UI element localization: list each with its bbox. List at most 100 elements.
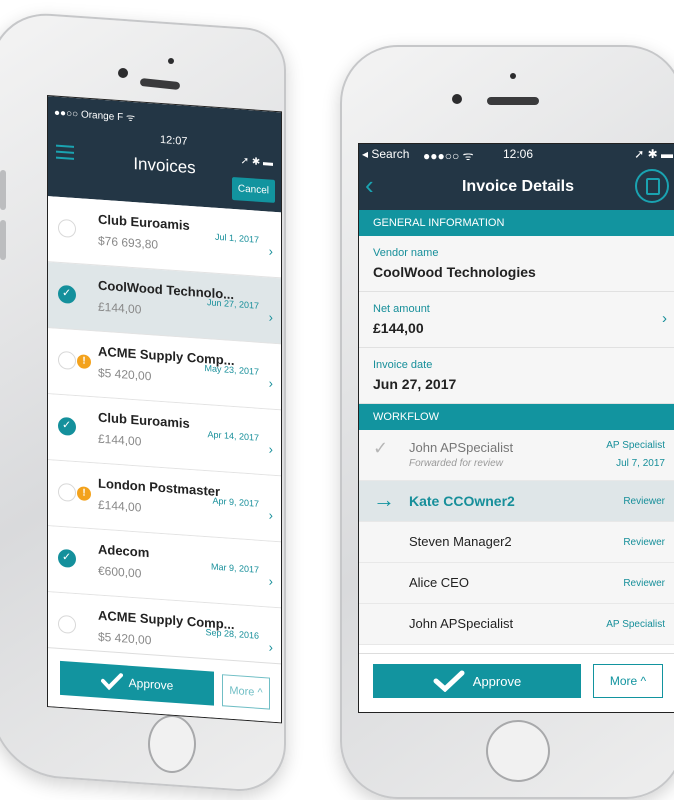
status-back-app[interactable]: ◂ Search	[362, 147, 409, 161]
workflow-name: John APSpecialist	[409, 440, 514, 455]
chevron-right-icon: ›	[268, 243, 273, 259]
workflow-header: WORKFLOW	[359, 404, 674, 430]
invoice-details-screen: ◂ Search ●●●○○ ᯤ 12:06 ➚ ✱ ▬ ‹ Invoice D…	[358, 143, 674, 713]
chevron-right-icon: ›	[268, 441, 273, 457]
invoice-vendor: Club Euroamis	[98, 211, 190, 233]
warning-icon: !	[77, 486, 91, 502]
invoices-screen: ●●○○ Orange F ᯤ 12:07 ➚ ✱ ▬ Invoices Can…	[47, 95, 282, 724]
workflow-name: Kate CCOwner2	[409, 493, 515, 509]
status-bar: ◂ Search ●●●○○ ᯤ 12:06 ➚ ✱ ▬	[359, 144, 674, 164]
cancel-button[interactable]: Cancel	[231, 176, 275, 203]
more-label: More	[229, 684, 255, 699]
volume-up-button	[0, 170, 6, 210]
invoice-amount: $76 693,80	[98, 233, 159, 252]
workflow-role: Reviewer	[623, 537, 665, 548]
right-sensor	[510, 73, 516, 79]
workflow-name: Alice CEO	[409, 575, 469, 590]
unchecked-checkbox-icon[interactable]	[58, 350, 76, 371]
invoice-vendor: Adecom	[98, 541, 150, 561]
invoice-vendor: London Postmaster	[98, 475, 221, 500]
invoice-date: Jul 1, 2017	[214, 231, 259, 245]
arrow-right-icon: →	[373, 487, 395, 512]
status-carrier: ●●○○ Orange F ᯤ	[54, 107, 136, 125]
workflow-name: John APSpecialist	[409, 616, 514, 631]
chevron-up-icon: ^	[254, 686, 263, 700]
checked-checkbox-icon[interactable]	[58, 416, 76, 437]
workflow-step: John APSpecialist AP Specialist	[359, 604, 674, 645]
unchecked-checkbox-icon[interactable]	[58, 482, 76, 503]
invoice-vendor: Club Euroamis	[98, 409, 190, 431]
warning-icon: !	[77, 354, 91, 370]
invoice-amount: $5 420,00	[98, 365, 152, 384]
approve-label: Approve	[472, 673, 522, 689]
invoice-amount: £144,00	[98, 431, 142, 449]
invoice-amount: $5 420,00	[98, 629, 152, 648]
field-value: CoolWood Technologies	[373, 264, 536, 280]
right-speaker	[487, 97, 539, 105]
details-footer: Approve More ^	[359, 653, 674, 712]
workflow-role: AP Specialist	[606, 619, 665, 630]
more-label: More	[609, 674, 638, 688]
field-label: Invoice date	[373, 359, 433, 371]
field-label: Net amount	[373, 303, 430, 315]
invoice-date: Mar 9, 2017	[210, 561, 259, 575]
general-info-header: GENERAL INFORMATION	[359, 210, 674, 236]
workflow-role: AP Specialist	[606, 440, 665, 451]
right-camera	[452, 94, 462, 104]
unchecked-checkbox-icon[interactable]	[58, 614, 76, 635]
chevron-right-icon: ›	[268, 309, 273, 325]
invoice-date: Apr 14, 2017	[207, 429, 259, 443]
invoice-date: Apr 9, 2017	[212, 495, 259, 509]
checked-checkbox-icon[interactable]	[58, 548, 76, 569]
completed-check-icon: ✓	[373, 438, 389, 458]
more-button[interactable]: More ^	[593, 664, 663, 698]
net-amount-field[interactable]: Net amount £144,00 ›	[359, 292, 674, 348]
chevron-up-icon: ^	[637, 674, 647, 688]
checkmark-icon	[100, 673, 123, 691]
invoice-date: Sep 28, 2016	[205, 627, 259, 641]
chevron-right-icon: ›	[268, 573, 273, 589]
checkmark-icon	[433, 670, 465, 692]
workflow-name: Steven Manager2	[409, 534, 512, 549]
approve-button[interactable]: Approve	[373, 664, 581, 698]
unchecked-checkbox-icon[interactable]	[58, 218, 76, 239]
more-button[interactable]: More ^	[222, 674, 270, 710]
field-value: Jun 27, 2017	[373, 376, 457, 392]
status-time: 12:07	[160, 133, 188, 148]
right-home-button	[486, 720, 550, 782]
vendor-name-field: Vendor name CoolWood Technologies	[359, 236, 674, 292]
approve-label: Approve	[128, 675, 174, 693]
invoice-list: Club Euroamis$76 693,80Jul 1, 2017›CoolW…	[48, 196, 281, 675]
invoice-date-field: Invoice date Jun 27, 2017	[359, 348, 674, 404]
invoice-date: Jun 27, 2017	[206, 297, 259, 311]
chevron-right-icon: ›	[662, 310, 667, 327]
page-title: Invoice Details	[461, 178, 575, 195]
left-sensor	[168, 58, 174, 64]
checked-checkbox-icon[interactable]	[58, 284, 76, 305]
workflow-step: Alice CEO Reviewer	[359, 563, 674, 604]
workflow-date: Jul 7, 2017	[616, 458, 665, 469]
workflow-role: Reviewer	[623, 496, 665, 507]
chevron-right-icon: ›	[268, 639, 273, 655]
field-value: £144,00	[373, 320, 424, 336]
document-icon[interactable]	[635, 169, 669, 203]
field-label: Vendor name	[373, 247, 439, 259]
workflow-status: Forwarded for review	[409, 458, 503, 469]
status-icons: ➚ ✱ ▬	[634, 147, 673, 161]
workflow-step-current: → Kate CCOwner2 Reviewer	[359, 481, 674, 522]
invoice-amount: £144,00	[98, 299, 142, 317]
invoices-header: ●●○○ Orange F ᯤ 12:07 ➚ ✱ ▬ Invoices Can…	[48, 96, 281, 213]
workflow-role: Reviewer	[623, 578, 665, 589]
status-signal: ●●●○○ ᯤ	[423, 149, 474, 163]
workflow-step: Steven Manager2 Reviewer	[359, 522, 674, 563]
approve-button[interactable]: Approve	[60, 660, 214, 706]
workflow-step: ✓ John APSpecialist Forwarded for review…	[359, 430, 674, 481]
invoice-amount: €600,00	[98, 563, 142, 581]
chevron-right-icon: ›	[268, 507, 273, 523]
nav-bar: ‹ Invoice Details	[359, 164, 674, 210]
invoice-date: May 23, 2017	[204, 363, 259, 377]
chevron-right-icon: ›	[268, 375, 273, 391]
status-time: 12:06	[503, 147, 534, 161]
left-camera	[118, 68, 128, 78]
invoice-amount: £144,00	[98, 497, 142, 515]
